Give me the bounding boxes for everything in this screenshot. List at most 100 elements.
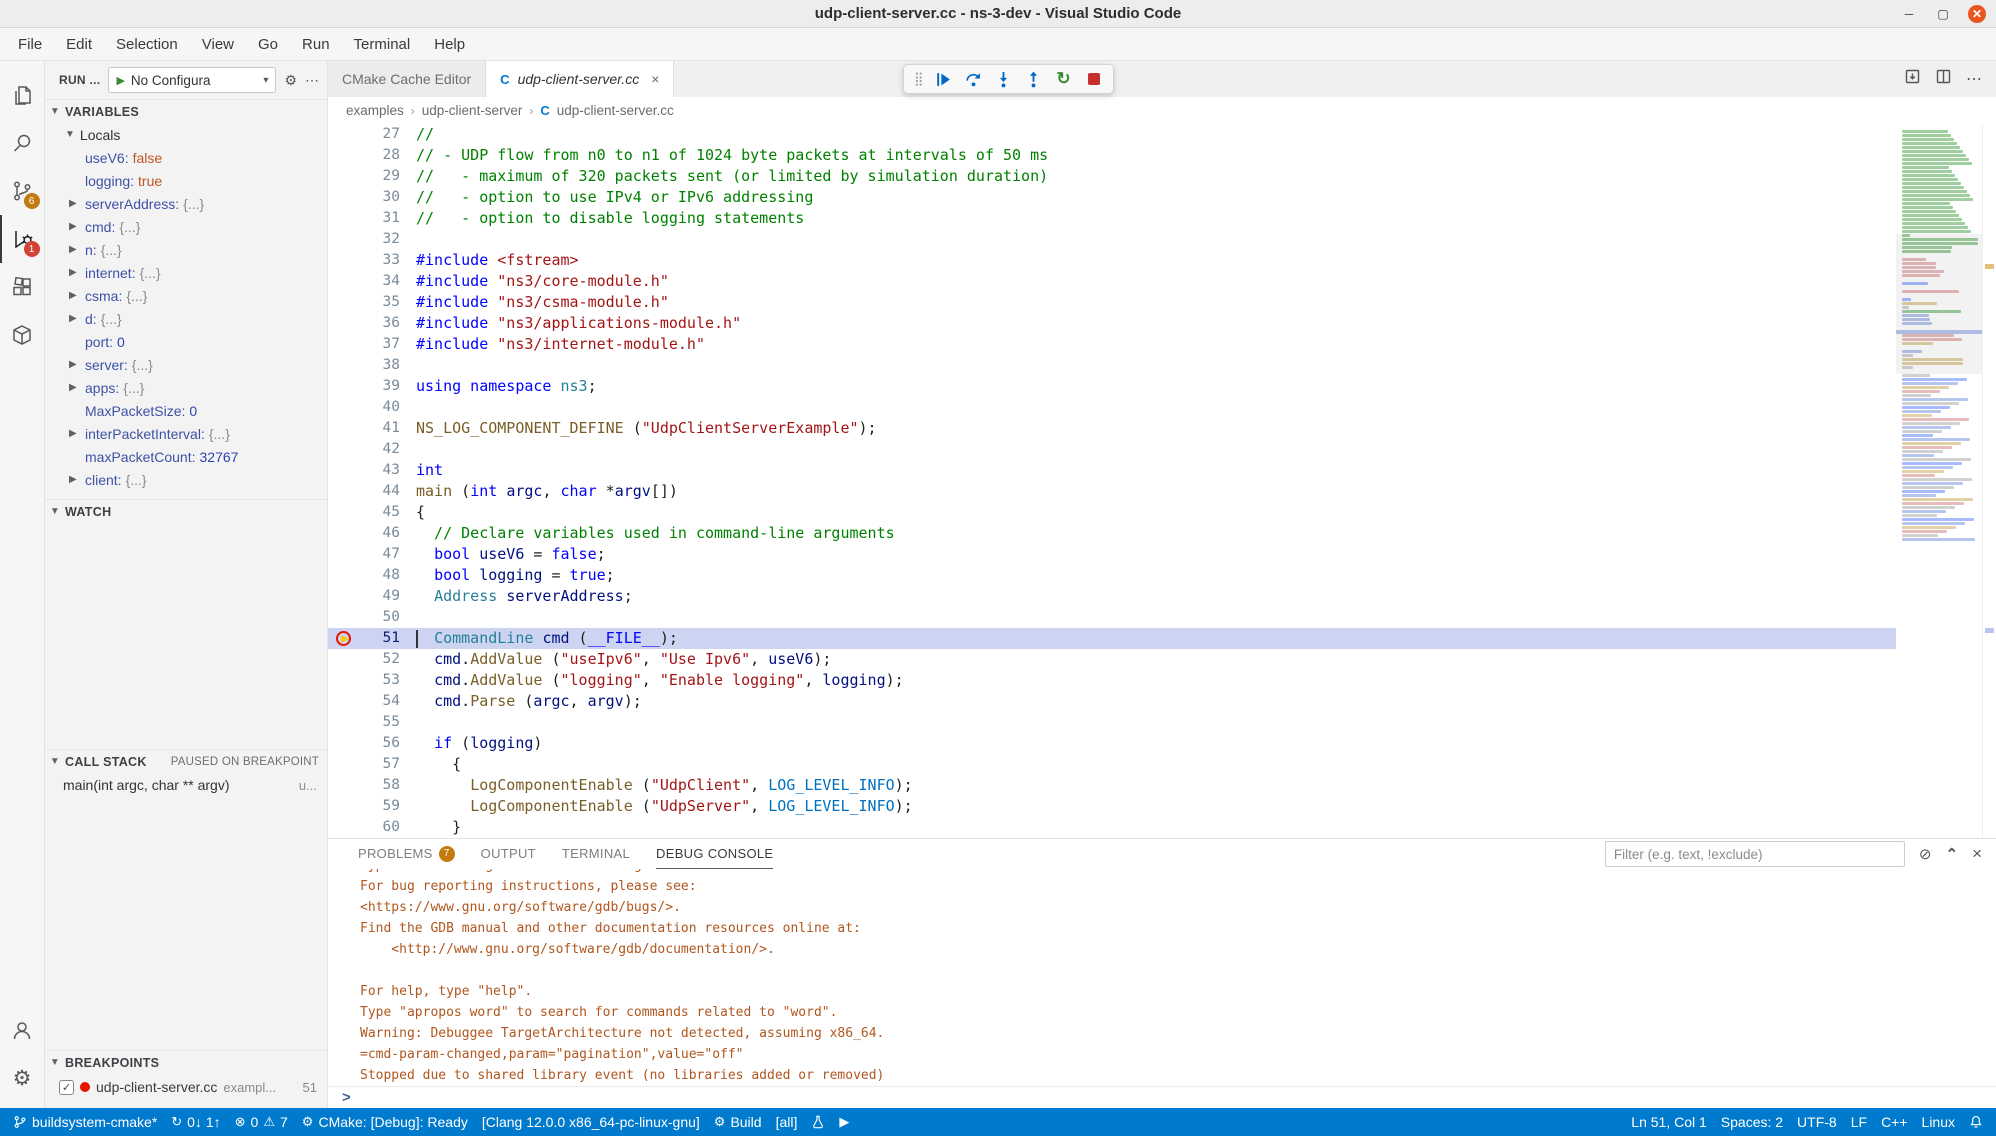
line-content[interactable]: // xyxy=(400,124,1896,145)
step-over-icon[interactable] xyxy=(965,70,983,88)
variable-row-logging[interactable]: logging:true xyxy=(45,169,327,192)
cursor-position[interactable]: Ln 51, Col 1 xyxy=(1624,1108,1714,1136)
code-line-53[interactable]: 53 cmd.AddValue ("logging", "Enable logg… xyxy=(328,670,1896,691)
more-actions-icon[interactable]: ⋯ xyxy=(305,72,319,89)
code-line-27[interactable]: 27// xyxy=(328,124,1896,145)
cmake-build-button[interactable]: ⚙ Build xyxy=(707,1108,769,1136)
variable-row-apps[interactable]: ▶apps:{...} xyxy=(45,376,327,399)
code-line-31[interactable]: 31// - option to disable logging stateme… xyxy=(328,208,1896,229)
tab-problems[interactable]: PROBLEMS 7 xyxy=(358,839,455,869)
sync-status[interactable]: ↻ 0↓ 1↑ xyxy=(164,1108,227,1136)
close-icon[interactable]: ✕ xyxy=(1968,5,1986,23)
continue-icon[interactable] xyxy=(935,70,953,88)
variable-row-server[interactable]: ▶server:{...} xyxy=(45,353,327,376)
indentation[interactable]: Spaces: 2 xyxy=(1714,1108,1790,1136)
test-status[interactable] xyxy=(804,1108,832,1136)
split-editor-icon[interactable] xyxy=(1935,68,1952,90)
line-content[interactable]: // - option to use IPv4 or IPv6 addressi… xyxy=(400,187,1896,208)
breakpoint-item[interactable]: ✓ udp-client-server.cc exampl... 51 xyxy=(45,1074,327,1100)
code-line-42[interactable]: 42 xyxy=(328,439,1896,460)
code-editor[interactable]: 27//28// - UDP flow from n0 to n1 of 102… xyxy=(328,124,1996,838)
menu-help[interactable]: Help xyxy=(422,28,477,60)
breakpoint-gutter[interactable] xyxy=(328,166,358,187)
breakpoint-gutter[interactable] xyxy=(328,418,358,439)
line-content[interactable]: #include "ns3/applications-module.h" xyxy=(400,313,1896,334)
variable-row-interPacketInterval[interactable]: ▶interPacketInterval:{...} xyxy=(45,422,327,445)
variable-row-MaxPacketSize[interactable]: MaxPacketSize:0 xyxy=(45,399,327,422)
language-mode[interactable]: C++ xyxy=(1874,1108,1914,1136)
code-line-52[interactable]: 52 cmd.AddValue ("useIpv6", "Use Ipv6", … xyxy=(328,649,1896,670)
breakpoint-gutter[interactable] xyxy=(328,649,358,670)
restart-icon[interactable]: ↻ xyxy=(1055,70,1073,88)
breakpoint-gutter[interactable] xyxy=(328,565,358,586)
close-tab-icon[interactable]: × xyxy=(651,71,659,87)
code-line-58[interactable]: 58 LogComponentEnable ("UdpClient", LOG_… xyxy=(328,775,1896,796)
line-content[interactable]: bool useV6 = false; xyxy=(400,544,1896,565)
debug-console-input[interactable]: > xyxy=(328,1086,1996,1108)
git-branch-status[interactable]: buildsystem-cmake* xyxy=(6,1108,164,1136)
tab-debug-console[interactable]: DEBUG CONSOLE xyxy=(656,839,773,869)
stop-icon[interactable] xyxy=(1085,70,1103,88)
line-content[interactable]: main (int argc, char *argv[]) xyxy=(400,481,1896,502)
line-content[interactable]: #include "ns3/csma-module.h" xyxy=(400,292,1896,313)
variable-row-useV6[interactable]: useV6:false xyxy=(45,146,327,169)
line-content[interactable]: cmd.AddValue ("useIpv6", "Use Ipv6", use… xyxy=(400,649,1896,670)
debug-settings-gear-icon[interactable]: ⚙ xyxy=(284,72,297,89)
remote-os[interactable]: Linux xyxy=(1915,1108,1962,1136)
eol-sequence[interactable]: LF xyxy=(1844,1108,1874,1136)
account-icon[interactable] xyxy=(0,1006,45,1054)
search-icon[interactable] xyxy=(0,119,45,167)
breakpoint-gutter[interactable] xyxy=(328,292,358,313)
breakpoint-gutter[interactable] xyxy=(328,145,358,166)
variable-row-n[interactable]: ▶n:{...} xyxy=(45,238,327,261)
breadcrumb-file[interactable]: udp-client-server.cc xyxy=(557,103,674,118)
breakpoint-gutter[interactable] xyxy=(328,439,358,460)
line-content[interactable]: } xyxy=(400,817,1896,838)
code-line-48[interactable]: 48 bool logging = true; xyxy=(328,565,1896,586)
code-line-40[interactable]: 40 xyxy=(328,397,1896,418)
step-out-icon[interactable] xyxy=(1025,70,1043,88)
code-line-46[interactable]: 46 // Declare variables used in command-… xyxy=(328,523,1896,544)
open-changes-icon[interactable] xyxy=(1904,68,1921,90)
code-line-56[interactable]: 56 if (logging) xyxy=(328,733,1896,754)
breakpoint-checkbox[interactable]: ✓ xyxy=(59,1080,74,1095)
encoding[interactable]: UTF-8 xyxy=(1790,1108,1844,1136)
code-line-34[interactable]: 34#include "ns3/core-module.h" xyxy=(328,271,1896,292)
line-content[interactable]: using namespace ns3; xyxy=(400,376,1896,397)
code-line-55[interactable]: 55 xyxy=(328,712,1896,733)
menu-edit[interactable]: Edit xyxy=(54,28,104,60)
close-panel-icon[interactable]: × xyxy=(1972,844,1982,864)
extensions-icon[interactable] xyxy=(0,263,45,311)
package-icon[interactable] xyxy=(0,311,45,359)
breakpoint-gutter[interactable] xyxy=(328,502,358,523)
run-and-debug-icon[interactable]: 1 xyxy=(0,215,45,263)
breakpoint-gutter[interactable] xyxy=(328,754,358,775)
breakpoint-gutter[interactable] xyxy=(328,607,358,628)
code-line-43[interactable]: 43int xyxy=(328,460,1896,481)
breakpoint-gutter[interactable] xyxy=(328,523,358,544)
line-content[interactable]: #include "ns3/core-module.h" xyxy=(400,271,1896,292)
code-line-30[interactable]: 30// - option to use IPv4 or IPv6 addres… xyxy=(328,187,1896,208)
code-line-57[interactable]: 57 { xyxy=(328,754,1896,775)
breakpoint-hit-icon[interactable] xyxy=(328,628,358,649)
code-line-37[interactable]: 37#include "ns3/internet-module.h" xyxy=(328,334,1896,355)
code-line-45[interactable]: 45{ xyxy=(328,502,1896,523)
line-content[interactable]: bool logging = true; xyxy=(400,565,1896,586)
variable-row-port[interactable]: port:0 xyxy=(45,330,327,353)
line-content[interactable] xyxy=(400,439,1896,460)
code-line-36[interactable]: 36#include "ns3/applications-module.h" xyxy=(328,313,1896,334)
minimap[interactable] xyxy=(1896,124,1982,838)
cmake-build-target[interactable]: [all] xyxy=(769,1108,805,1136)
line-content[interactable]: { xyxy=(400,502,1896,523)
minimap-slider[interactable] xyxy=(1896,234,1982,374)
code-line-35[interactable]: 35#include "ns3/csma-module.h" xyxy=(328,292,1896,313)
code-line-32[interactable]: 32 xyxy=(328,229,1896,250)
code-line-59[interactable]: 59 LogComponentEnable ("UdpServer", LOG_… xyxy=(328,796,1896,817)
code-line-41[interactable]: 41NS_LOG_COMPONENT_DEFINE ("UdpClientSer… xyxy=(328,418,1896,439)
menu-file[interactable]: File xyxy=(6,28,54,60)
menu-run[interactable]: Run xyxy=(290,28,342,60)
code-line-44[interactable]: 44main (int argc, char *argv[]) xyxy=(328,481,1896,502)
breakpoint-gutter[interactable] xyxy=(328,376,358,397)
source-control-icon[interactable]: 6 xyxy=(0,167,45,215)
watch-header[interactable]: ▼ WATCH xyxy=(45,499,327,523)
